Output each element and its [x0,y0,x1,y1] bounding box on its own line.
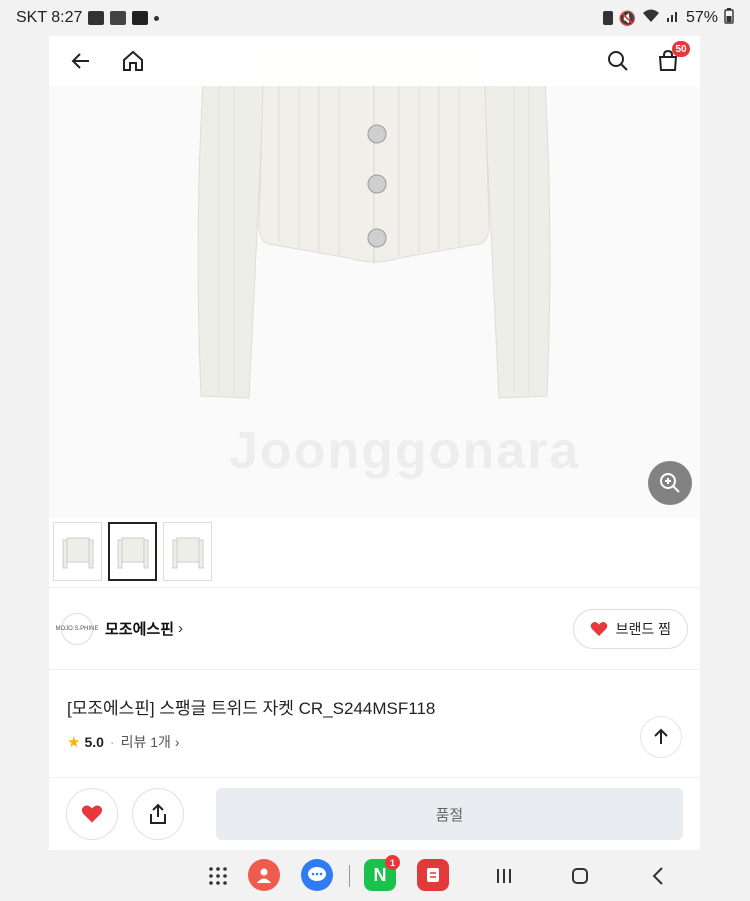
grid-icon [209,867,227,885]
cart-button[interactable]: 50 [650,41,690,79]
android-nav-bar: N 1 [0,850,750,901]
naver-badge: 1 [385,855,400,870]
scroll-top-button[interactable] [640,716,682,758]
search-button[interactable] [600,43,636,79]
thumbnail-3[interactable] [163,522,212,581]
share-icon [149,803,166,824]
home-square-icon [572,868,588,884]
share-button[interactable] [131,788,184,840]
thumbnail-2[interactable] [108,522,157,581]
notification-dot-icon [154,15,160,21]
thumbnail-1[interactable] [53,522,102,581]
recents-icon [497,869,511,883]
product-title: [모조에스핀] 스팽글 트위드 자켓 CR_S244MSF118 [67,699,436,718]
brand-favorite-button[interactable]: 브랜드 찜 [572,608,688,649]
star-icon: ★ [67,734,81,751]
mute-icon: 🔇 [618,9,636,26]
naver-club-icon [110,11,127,25]
notes-app-icon[interactable] [417,859,449,891]
cart-count-badge: 50 [672,41,690,57]
heart-icon [81,805,103,823]
brand-logo[interactable]: MOJO.S.PHINE [56,612,99,645]
brand-favorite-label: 브랜드 찜 [615,620,671,637]
zoom-button[interactable] [648,461,692,505]
search-icon [608,51,628,71]
top-nav: 50 [49,36,700,86]
signal-icon [666,9,680,28]
back-system-button[interactable] [644,862,672,890]
back-button[interactable] [63,43,99,79]
wifi-icon [642,9,660,28]
home-system-button[interactable] [566,862,594,890]
product-info: [모조에스핀] 스팽글 트위드 자켓 CR_S244MSF118 ★ 5.0 ·… [49,670,700,778]
arrow-up-icon [654,728,668,744]
back-chevron-icon [652,867,663,885]
watermark: Joonggonara [229,422,581,480]
rating-row[interactable]: ★ 5.0 · 리뷰 1개 › [67,732,180,752]
naver-letter: N [373,864,387,885]
battery-percent: 57% [685,9,718,26]
review-chevron-icon: › [174,734,180,750]
jacket-image [197,45,551,399]
bottom-action-bar: 품절 [49,778,700,850]
youtube-icon [132,11,149,25]
home-button[interactable] [115,43,151,79]
zoom-in-icon [660,473,680,493]
messages-app-icon[interactable] [301,859,333,891]
wishlist-button[interactable] [66,788,118,840]
app-drawer-button[interactable] [204,862,232,890]
brand-name[interactable]: 모조에스핀 [105,618,174,639]
app-content: Joonggonara 50 MOJO.S.PHINE 모조에스핀 › 브랜드 … [49,36,700,850]
soldout-button[interactable]: 품절 [215,788,683,840]
heart-icon [590,621,607,636]
status-bar: SKT 8:27 🔇 57% [0,0,750,36]
back-arrow-icon [71,53,89,69]
brand-chevron-icon: › [178,620,184,637]
battery-icon [724,7,734,29]
home-icon [123,50,143,71]
gallery-icon [88,11,105,25]
brand-row: MOJO.S.PHINE 모조에스핀 › 브랜드 찜 [49,588,700,670]
rating-score: 5.0 [84,734,104,750]
divider [349,865,350,887]
thumbnail-strip [49,518,700,588]
contacts-app-icon[interactable] [248,859,280,891]
battery-saver-icon [602,11,613,25]
product-image[interactable]: Joonggonara [49,36,700,518]
recents-button[interactable] [490,862,518,890]
carrier-time: SKT 8:27 [16,9,83,26]
rating-separator: · [109,734,115,750]
naver-app-icon[interactable]: N 1 [364,855,400,891]
review-count: 리뷰 1개 [120,734,171,750]
